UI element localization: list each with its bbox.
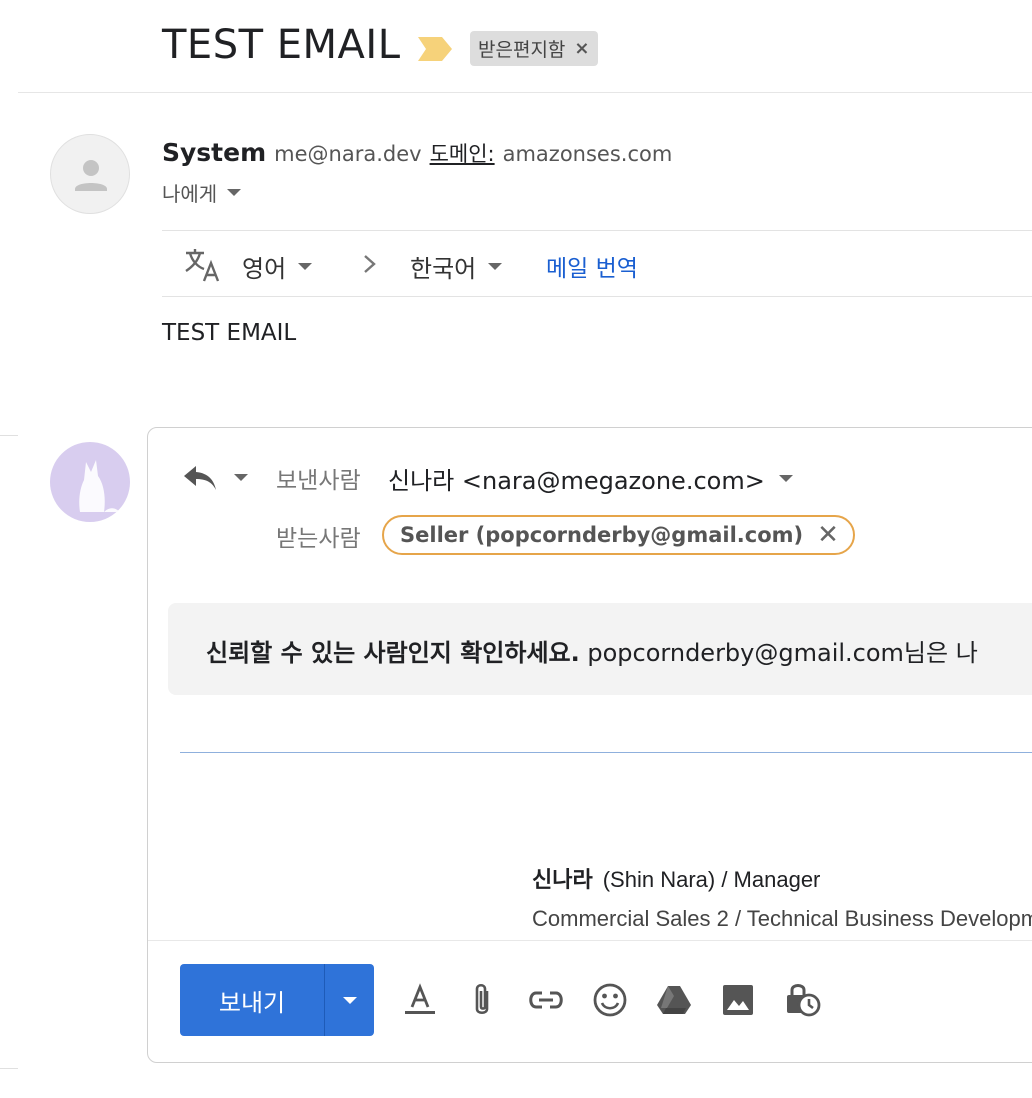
translate-bar: 영어 한국어 메일 번역 [162, 230, 1032, 297]
signature-title: (Shin Nara) / Manager [602, 867, 821, 892]
chevron-down-icon [298, 263, 313, 270]
toolbar-divider [148, 940, 1032, 941]
photo-icon[interactable] [718, 980, 758, 1020]
warning-detail-text: popcornderby@gmail.com님은 나 [579, 639, 978, 667]
source-language-label: 영어 [242, 255, 287, 283]
translate-icon [185, 249, 220, 282]
signature-name-line: 신나라 (Shin Nara) / Manager [532, 862, 820, 894]
translate-message-link[interactable]: 메일 번역 [546, 249, 638, 283]
my-avatar[interactable] [50, 442, 130, 522]
sender-email: me@nara.dev [274, 142, 422, 166]
warning-bold-text: 신뢰할 수 있는 사람인지 확인하세요. [206, 639, 580, 667]
person-icon [75, 160, 107, 191]
signature-name: 신나라 [532, 868, 593, 893]
label-chip-inbox: 받은편지함 × [470, 31, 598, 66]
link-icon[interactable] [526, 980, 566, 1020]
recipient-details-toggle[interactable]: 나에게 [162, 178, 242, 207]
from-value: 신나라 <nara@megazone.com> [388, 467, 765, 495]
label-remove-button[interactable]: × [574, 39, 589, 58]
domain-value: amazonses.com [502, 142, 673, 166]
chevron-down-icon [227, 189, 242, 196]
recipient-chip[interactable]: Seller (popcornderby@gmail.com) ✕ [382, 515, 855, 555]
compose-body-divider [180, 752, 1032, 753]
animal-avatar-icon [79, 460, 120, 512]
signature-department: Commercial Sales 2 / Technical Business … [532, 906, 1032, 931]
sender-avatar[interactable] [50, 134, 130, 214]
header-divider [18, 92, 1032, 93]
reply-composer: 보낸사람 신나라 <nara@megazone.com> 받는사람 Seller… [147, 427, 1032, 1063]
label-chip-text: 받은편지함 [478, 39, 566, 61]
sender-name[interactable]: System [162, 138, 266, 167]
recipient-chip-text: Seller (popcornderby@gmail.com) [400, 523, 804, 547]
to-me-label: 나에게 [162, 182, 218, 206]
target-language-label: 한국어 [410, 255, 477, 283]
format-text-icon[interactable] [400, 980, 440, 1020]
message-body: TEST EMAIL [162, 320, 297, 346]
chevron-down-icon [488, 263, 503, 270]
importance-marker-icon[interactable] [418, 37, 452, 61]
drive-icon[interactable] [654, 980, 694, 1020]
sender-line: System me@nara.dev 도메인: amazonses.com [162, 138, 672, 168]
chevron-down-icon [342, 996, 357, 1004]
to-label: 받는사람 [276, 526, 361, 552]
domain-label-link[interactable]: 도메인: [430, 138, 495, 168]
warning-text: 신뢰할 수 있는 사람인지 확인하세요. popcornderby@gmail.… [206, 633, 978, 668]
chevron-down-icon [778, 475, 793, 482]
thread-subject: TEST EMAIL [162, 22, 401, 68]
from-select[interactable]: 신나라 <nara@megazone.com> [388, 461, 793, 496]
reply-icon[interactable] [182, 462, 218, 492]
close-icon[interactable]: ✕ [817, 522, 839, 548]
attach-icon[interactable] [462, 980, 502, 1020]
chevron-right-icon [364, 255, 376, 273]
more-send-options-button[interactable] [325, 964, 374, 1036]
left-divider [0, 1068, 18, 1069]
send-button-group: 보내기 [180, 964, 374, 1036]
send-button[interactable]: 보내기 [180, 964, 325, 1036]
external-recipient-warning: 신뢰할 수 있는 사람인지 확인하세요. popcornderby@gmail.… [168, 603, 1032, 695]
from-label: 보낸사람 [276, 468, 361, 494]
confidential-mode-icon[interactable] [782, 980, 822, 1020]
target-language-select[interactable]: 한국어 [410, 249, 503, 284]
chevron-down-icon[interactable] [234, 474, 248, 481]
emoji-icon[interactable] [590, 980, 630, 1020]
source-language-select[interactable]: 영어 [242, 249, 313, 284]
left-divider [0, 435, 18, 436]
